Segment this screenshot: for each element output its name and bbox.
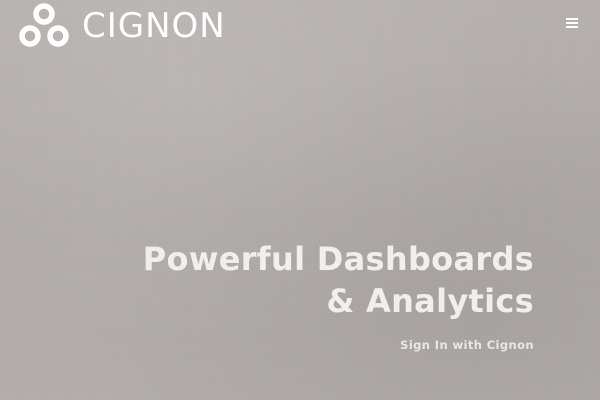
site-header: CIGNON [0, 0, 600, 50]
menu-bar [566, 18, 578, 20]
menu-bar [566, 22, 578, 24]
menu-bar [566, 26, 578, 28]
cignon-logo-icon [19, 3, 69, 47]
hero-title: Powerful Dashboards & Analytics [142, 240, 534, 320]
brand-logo-link[interactable]: CIGNON [18, 2, 226, 50]
sign-in-link[interactable]: Sign In with Cignon [400, 338, 534, 352]
brand-name: CIGNON [82, 6, 226, 46]
hamburger-menu-icon[interactable] [566, 16, 582, 30]
hero-section: Powerful Dashboards & Analytics Sign In … [114, 238, 534, 353]
